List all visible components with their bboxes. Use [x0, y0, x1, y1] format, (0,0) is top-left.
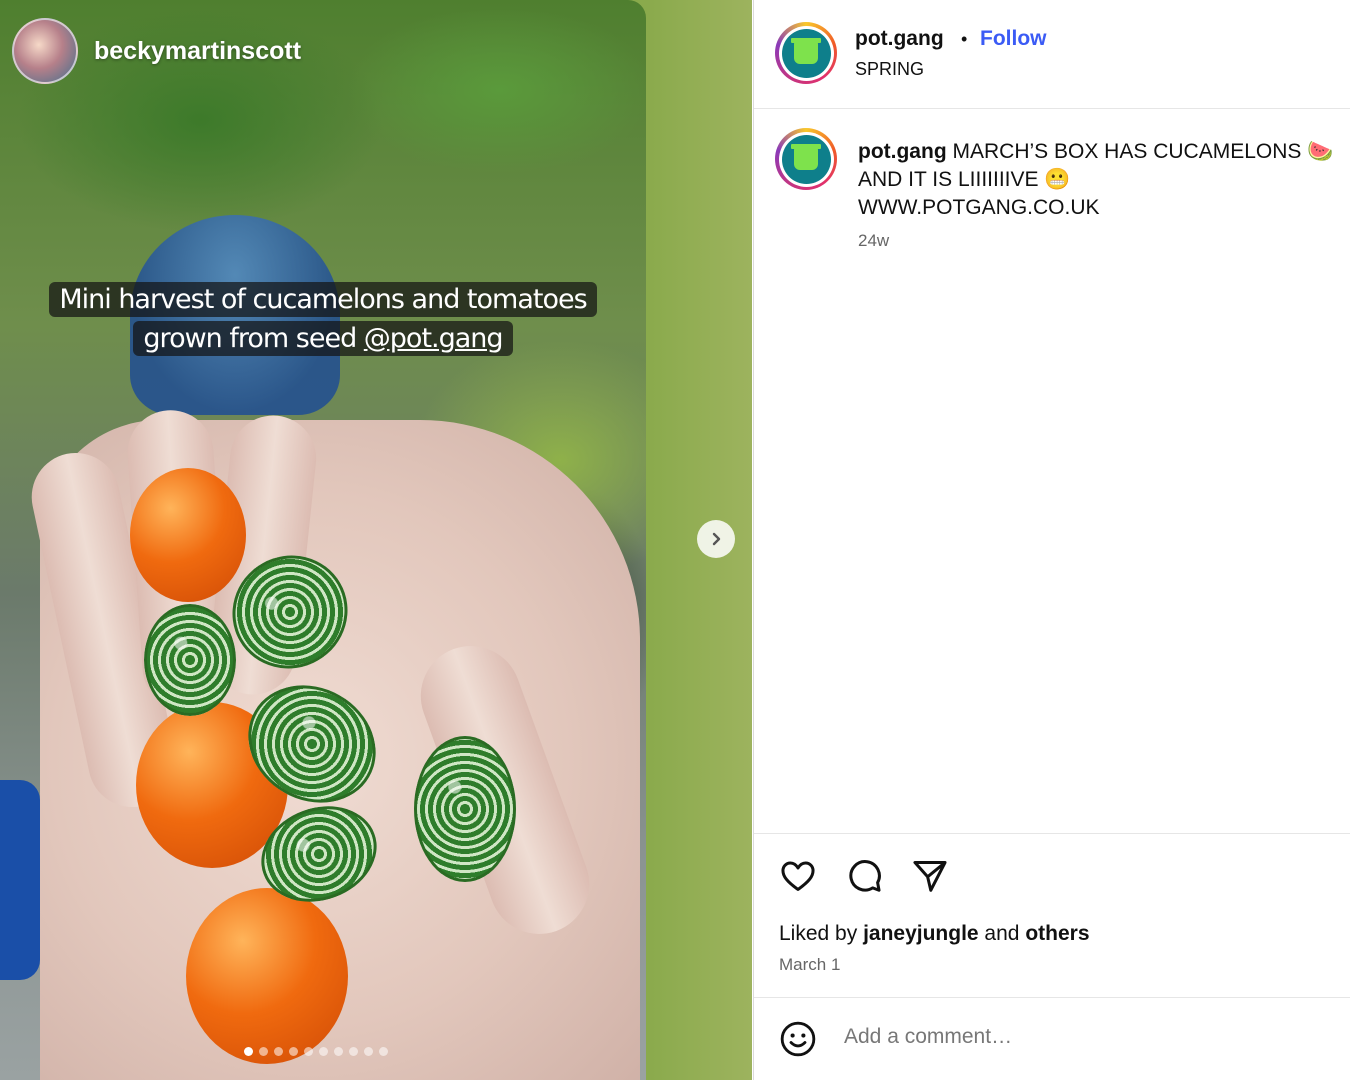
caption-link[interactable]: WWW.POTGANG.CO.UK [858, 196, 1100, 219]
header-separator: • [961, 29, 968, 49]
carousel-dot [364, 1047, 373, 1056]
pot-gang-logo [781, 28, 831, 78]
caption-text: grown from seed [143, 323, 364, 354]
post-date[interactable]: March 1 [779, 955, 840, 975]
caption-avatar-ring[interactable] [775, 128, 837, 190]
background-blue-pot-left [0, 780, 40, 980]
caption-line-1: Mini harvest of cucamelons and tomatoes [49, 282, 597, 317]
caption-line-2: grown from seed @pot.gang [133, 321, 513, 356]
liked-user-link[interactable]: janeyjungle [863, 922, 979, 945]
profile-avatar-ring[interactable] [775, 22, 837, 84]
carousel-dot [349, 1047, 358, 1056]
like-button[interactable] [778, 856, 818, 896]
carousel-dot [259, 1047, 268, 1056]
cucamelon [144, 604, 236, 716]
carousel-dot [289, 1047, 298, 1056]
carousel-dot [244, 1047, 253, 1056]
post-side-panel: pot.gang • Follow SPRING pot.gang MARCH’… [753, 0, 1350, 1080]
emoji-button[interactable] [779, 1020, 817, 1063]
post-media: Mini harvest of cucamelons and tomatoes … [0, 0, 752, 1080]
carousel-indicator [244, 1047, 388, 1056]
action-icons [778, 856, 950, 896]
post-header: pot.gang • Follow SPRING [754, 0, 1350, 109]
follow-button[interactable]: Follow [980, 27, 1047, 51]
heart-icon [781, 861, 815, 891]
author-username[interactable]: beckymartinscott [94, 37, 301, 66]
caption-line-2: AND IT IS LIIIIIIIVE 😬 [858, 168, 1071, 191]
post-actions: Liked by janeyjungle and others March 1 [754, 833, 1350, 974]
story-caption: Mini harvest of cucamelons and tomatoes … [0, 282, 646, 356]
post-age[interactable]: 24w [858, 231, 889, 251]
caption-text-block: pot.gang MARCH’S BOX HAS CUCAMELONS 🍉 AN… [858, 138, 1348, 222]
smiley-icon [780, 1021, 816, 1057]
caption-username[interactable]: pot.gang [858, 140, 947, 163]
comment-button[interactable] [844, 856, 884, 896]
share-button[interactable] [910, 856, 950, 896]
comment-input[interactable] [842, 1024, 1326, 1050]
carousel-dot [274, 1047, 283, 1056]
cucamelon [414, 736, 516, 882]
tomato [186, 888, 348, 1064]
likes-others-link[interactable]: others [1025, 922, 1089, 945]
likes-prefix: Liked by [779, 922, 864, 945]
header-subtitle[interactable]: SPRING [855, 59, 924, 80]
header-username[interactable]: pot.gang [855, 27, 944, 51]
comment-icon [849, 860, 881, 892]
media-author[interactable]: beckymartinscott [12, 18, 301, 84]
send-icon [913, 861, 947, 892]
chevron-right-icon [712, 532, 721, 546]
caption-mention-link[interactable]: @pot.gang [364, 323, 504, 354]
likes-and: and [978, 922, 1026, 945]
pot-icon [791, 144, 821, 170]
carousel-dot [319, 1047, 328, 1056]
next-slide-button[interactable] [697, 520, 735, 558]
caption-line-1: MARCH’S BOX HAS CUCAMELONS 🍉 [952, 140, 1334, 163]
post-photo[interactable]: Mini harvest of cucamelons and tomatoes … [0, 0, 646, 1080]
tomato [130, 468, 246, 602]
comment-bar [754, 997, 1350, 1081]
author-avatar[interactable] [12, 18, 78, 84]
carousel-dot [334, 1047, 343, 1056]
carousel-dot [304, 1047, 313, 1056]
likes-summary: Liked by janeyjungle and others [779, 922, 1090, 946]
pot-icon [791, 38, 821, 64]
carousel-dot [379, 1047, 388, 1056]
pot-gang-logo [781, 134, 831, 184]
